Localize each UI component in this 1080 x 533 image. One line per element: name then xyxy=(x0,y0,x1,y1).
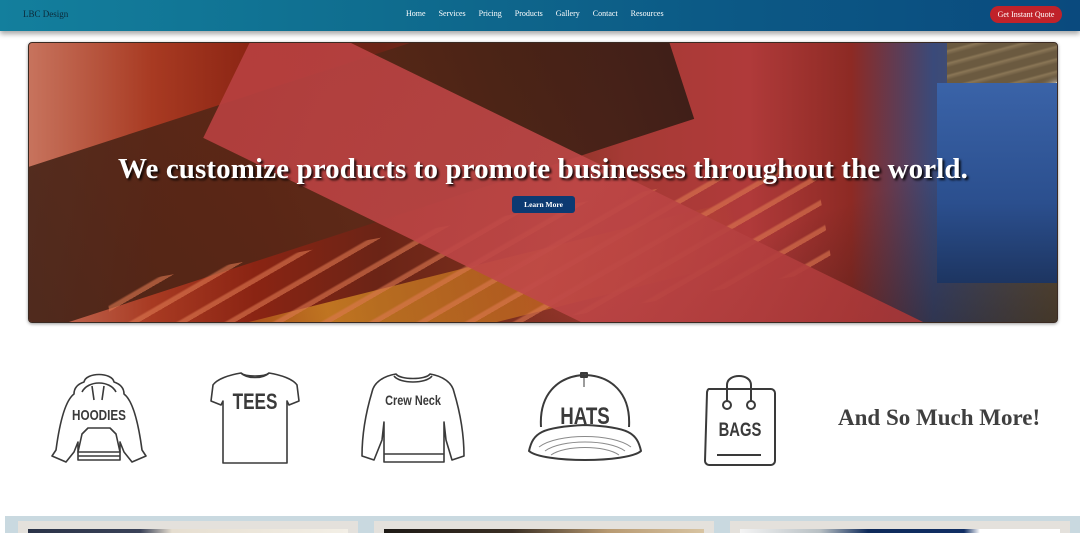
product-label-crew-neck: Crew Neck xyxy=(385,392,441,408)
learn-more-button[interactable]: Learn More xyxy=(512,196,575,213)
get-instant-quote-button[interactable]: Get Instant Quote xyxy=(990,6,1062,23)
nav-resources[interactable]: Resources xyxy=(631,9,664,18)
gallery-card-3-image xyxy=(740,529,1060,533)
product-label-hats: HATS xyxy=(560,403,610,430)
top-navbar: LBC Design Home Services Pricing Product… xyxy=(0,0,1080,31)
product-hats[interactable]: HATS xyxy=(527,371,643,465)
hero-banner: We customize products to promote busines… xyxy=(28,42,1058,323)
gallery-card-2-image xyxy=(384,529,704,533)
product-hoodies[interactable]: HOODIES xyxy=(48,370,150,466)
main-nav: Home Services Pricing Products Gallery C… xyxy=(406,9,677,18)
nav-products[interactable]: Products xyxy=(515,9,543,18)
product-tees[interactable]: TEES xyxy=(209,371,301,467)
shopping-bag-icon xyxy=(704,375,776,466)
product-label-hoodies: HOODIES xyxy=(72,407,126,424)
nav-pricing[interactable]: Pricing xyxy=(479,9,502,18)
hero-headline: We customize products to promote busines… xyxy=(118,153,968,185)
nav-services[interactable]: Services xyxy=(439,9,466,18)
product-bags[interactable]: BAGS xyxy=(703,371,777,467)
product-label-bags: BAGS xyxy=(718,420,762,441)
brand-logo[interactable]: LBC Design xyxy=(23,9,68,19)
product-label-tees: TEES xyxy=(232,389,278,414)
sweater-icon xyxy=(361,373,465,463)
nav-gallery[interactable]: Gallery xyxy=(556,9,580,18)
nav-contact[interactable]: Contact xyxy=(593,9,618,18)
product-crew-neck[interactable]: Crew Neck xyxy=(360,370,466,466)
gallery-card-1-image xyxy=(28,529,348,533)
nav-home[interactable]: Home xyxy=(406,9,426,18)
and-so-much-more-text: And So Much More! xyxy=(838,405,1041,430)
tshirt-icon xyxy=(210,372,300,464)
